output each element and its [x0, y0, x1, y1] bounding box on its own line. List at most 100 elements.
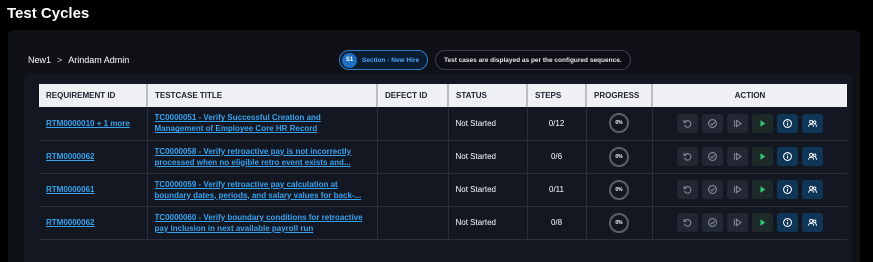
testcase-title-link[interactable]: TC0000058 - Verify retroactive pay is no…: [155, 146, 370, 168]
header-testcase-title: TESTCASE TITLE: [147, 84, 378, 107]
step-play-icon: [733, 218, 742, 227]
progress-ring: 0%: [609, 146, 629, 167]
section-selector[interactable]: S1 Section - New Hire: [339, 50, 429, 70]
mark-complete-button[interactable]: [701, 213, 723, 232]
reset-icon: [683, 153, 692, 161]
requirement-id-link[interactable]: RTM0000062: [46, 218, 94, 227]
users-icon: [807, 185, 817, 193]
header-defect-id: DEFECT ID: [377, 84, 449, 107]
info-icon: [782, 118, 792, 128]
page-title: Test Cycles: [7, 5, 90, 22]
defect-id-cell: [377, 140, 449, 173]
table-row: RTM0000061 TC0000059 - Verify retroactiv…: [39, 173, 847, 206]
reset-button[interactable]: [676, 113, 698, 133]
header-action: ACTION: [734, 91, 766, 100]
table-row: RTM0000062 TC0000058 - Verify retroactiv…: [39, 140, 847, 173]
step-play-icon: [733, 152, 742, 161]
steps-cell: 0/6: [527, 140, 587, 173]
check-circle-icon: [707, 218, 717, 227]
table-header-row: REQUIREMENT ID TESTCASE TITLE DEFECT ID …: [39, 84, 847, 107]
row-actions: [660, 180, 841, 199]
defect-id-cell: [377, 206, 449, 239]
table-row: RTM0000010 + 1 more TC0000051 - Verify S…: [39, 107, 847, 140]
run-button[interactable]: [751, 180, 773, 199]
details-button[interactable]: [776, 213, 798, 232]
steps-cell: 0/11: [527, 173, 587, 206]
status-cell: Not Started: [448, 206, 528, 239]
progress-ring: 0%: [609, 113, 629, 134]
play-icon: [760, 120, 765, 127]
check-circle-icon: [707, 185, 717, 194]
step-run-button[interactable]: [726, 147, 748, 166]
reset-icon: [683, 119, 692, 128]
header-status: STATUS: [448, 84, 528, 107]
reset-icon: [683, 219, 692, 227]
steps-cell: 0/12: [527, 107, 587, 140]
header-requirement-id: REQUIREMENT ID: [39, 84, 148, 107]
requirement-id-link[interactable]: RTM0000062: [46, 152, 94, 161]
defect-id-cell: [377, 173, 449, 206]
details-button[interactable]: [776, 180, 798, 199]
row-actions: [660, 113, 841, 133]
test-cycle-panel: New1 > Arindam Admin S1 Section - New Hi…: [8, 30, 860, 262]
status-cell: Not Started: [448, 107, 528, 140]
steps-cell: 0/8: [527, 206, 587, 239]
row-actions: [660, 213, 841, 232]
testcase-title-link[interactable]: TC0000060 - Verify boundary conditions f…: [155, 212, 370, 234]
mark-complete-button[interactable]: [701, 180, 723, 199]
reset-button[interactable]: [676, 180, 698, 199]
step-run-button[interactable]: [726, 180, 748, 199]
assign-users-button[interactable]: [801, 180, 823, 199]
assign-users-button[interactable]: [801, 213, 823, 232]
section-label: Section - New Hire: [362, 56, 420, 64]
breadcrumb: New1 > Arindam Admin: [28, 55, 129, 65]
info-icon: [782, 218, 792, 227]
run-button[interactable]: [751, 213, 773, 232]
sequence-info-note: Test cases are displayed as per the conf…: [435, 50, 631, 70]
requirement-id-link[interactable]: RTM0000061: [46, 185, 94, 194]
info-icon: [782, 152, 792, 161]
run-button[interactable]: [751, 147, 773, 166]
check-circle-icon: [707, 118, 717, 128]
step-play-icon: [733, 185, 742, 194]
requirement-id-link[interactable]: RTM0000010 + 1 more: [46, 119, 130, 128]
step-run-button[interactable]: [726, 213, 748, 232]
testcase-table: REQUIREMENT ID TESTCASE TITLE DEFECT ID …: [39, 84, 847, 240]
details-button[interactable]: [776, 113, 798, 133]
users-icon: [807, 119, 817, 127]
play-icon: [760, 153, 765, 160]
testcase-title-link[interactable]: TC0000059 - Verify retroactive pay calcu…: [155, 179, 370, 201]
info-icon: [782, 185, 792, 194]
details-button[interactable]: [776, 147, 798, 166]
step-play-icon: [733, 119, 742, 128]
progress-ring: 0%: [609, 179, 629, 200]
defect-id-cell: [377, 107, 449, 140]
testcase-title-link[interactable]: TC0000051 - Verify Successful Creation a…: [155, 112, 370, 134]
breadcrumb-user: Arindam Admin: [68, 55, 130, 65]
play-icon: [760, 186, 765, 193]
step-run-button[interactable]: [726, 113, 748, 133]
assign-users-button[interactable]: [801, 147, 823, 166]
testcase-table-container: REQUIREMENT ID TESTCASE TITLE DEFECT ID …: [24, 74, 852, 262]
status-cell: Not Started: [448, 173, 528, 206]
reset-icon: [683, 186, 692, 194]
mark-complete-button[interactable]: [701, 147, 723, 166]
status-cell: Not Started: [448, 140, 528, 173]
progress-ring: 0%: [609, 212, 629, 233]
header-steps: STEPS: [527, 84, 587, 107]
mark-complete-button[interactable]: [701, 113, 723, 133]
breadcrumb-separator: >: [57, 55, 63, 65]
reset-button[interactable]: [676, 213, 698, 232]
section-badge: S1: [342, 52, 357, 68]
run-button[interactable]: [751, 113, 773, 133]
breadcrumb-cycle[interactable]: New1: [28, 55, 51, 65]
play-icon: [760, 219, 765, 226]
assign-users-button[interactable]: [801, 113, 823, 133]
users-icon: [807, 218, 817, 226]
reset-button[interactable]: [676, 147, 698, 166]
row-actions: [660, 147, 841, 166]
table-row: RTM0000062 TC0000060 - Verify boundary c…: [39, 206, 847, 239]
users-icon: [807, 152, 817, 160]
check-circle-icon: [707, 152, 717, 161]
header-progress: PROGRESS: [586, 84, 653, 107]
